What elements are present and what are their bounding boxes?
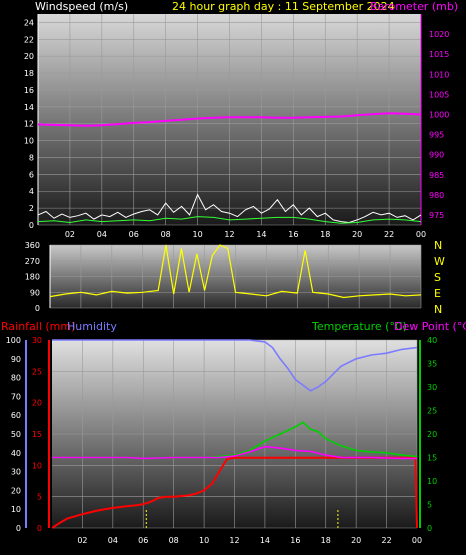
wind-x-tick-label: 00	[416, 230, 426, 239]
direction-label-n-top: N	[434, 239, 442, 252]
direction-tick-label: 0	[35, 304, 40, 313]
wind-tick-label: 14	[24, 103, 34, 112]
wind-x-tick-label: 20	[352, 230, 362, 239]
wind-x-tick-label: 02	[65, 230, 75, 239]
temp-x-tick-label: 08	[169, 536, 179, 545]
humidity-axis-label: Humidity	[67, 320, 117, 333]
dew-point-axis-label: Dew Point (°C)	[394, 320, 466, 333]
barometer-tick-label: 980	[429, 191, 444, 200]
humidity-tick-label: 80	[11, 374, 21, 383]
wind-tick-label: 0	[29, 221, 34, 230]
wind-x-tick-label: 04	[97, 230, 107, 239]
wind-x-tick-label: 18	[320, 230, 330, 239]
temperature-axis-label: Temperature (°C)	[311, 320, 407, 333]
wind-tick-label: 2	[29, 204, 34, 213]
rainfall-tick-label: 30	[32, 336, 42, 345]
wind-x-tick-label: 12	[224, 230, 234, 239]
direction-label-w: W	[434, 255, 445, 268]
wind-x-tick-label: 14	[256, 230, 266, 239]
rainfall-tick-label: 0	[37, 524, 42, 533]
barometer-tick-label: 1000	[429, 110, 449, 119]
wind-x-tick-label: 16	[288, 230, 298, 239]
temp-x-tick-label: 00	[412, 536, 422, 545]
temp-x-tick-label: 22	[381, 536, 391, 545]
direction-tick-label: 270	[25, 257, 40, 266]
barometer-tick-label: 990	[429, 151, 444, 160]
temperature-tick-label: 15	[427, 454, 437, 463]
windspeed-axis-label: Windspeed (m/s)	[35, 0, 128, 13]
barometer-tick-label: 1020	[429, 30, 449, 39]
barometer-tick-label: 1010	[429, 70, 449, 79]
temperature-tick-label: 5	[427, 501, 432, 510]
rainfall-axis-label: Rainfall (mm)	[1, 320, 75, 333]
barometer-tick-label: 1015	[429, 50, 449, 59]
barometer-axis-label: Barometer (mb)	[370, 0, 458, 13]
temperature-tick-label: 35	[427, 360, 437, 369]
direction-label-n-bottom: N	[434, 303, 442, 316]
weather-graph: 0246810121416182022249759809859909951000…	[1, 0, 466, 545]
temperature-tick-label: 0	[427, 524, 432, 533]
barometer-tick-label: 985	[429, 171, 444, 180]
wind-tick-label: 4	[29, 187, 34, 196]
humidity-tick-label: 30	[11, 468, 21, 477]
temp-x-tick-label: 20	[351, 536, 361, 545]
wind-tick-label: 22	[24, 35, 34, 44]
temperature-tick-label: 30	[427, 383, 437, 392]
wind-tick-label: 10	[24, 137, 34, 146]
humidity-tick-label: 70	[11, 392, 21, 401]
humidity-tick-label: 0	[16, 524, 21, 533]
humidity-tick-label: 50	[11, 430, 21, 439]
direction-label-e: E	[434, 287, 441, 300]
wind-tick-label: 8	[29, 153, 34, 162]
humidity-tick-label: 60	[11, 411, 21, 420]
humidity-tick-label: 20	[11, 486, 21, 495]
direction-tick-label: 180	[25, 273, 40, 282]
direction-label-s: S	[434, 271, 441, 284]
temp-x-tick-label: 10	[199, 536, 209, 545]
temperature-tick-label: 40	[427, 336, 437, 345]
humidity-tick-label: 100	[6, 336, 21, 345]
temp-x-tick-label: 12	[229, 536, 239, 545]
humidity-tick-label: 40	[11, 449, 21, 458]
wind-x-tick-label: 22	[384, 230, 394, 239]
rainfall-tick-label: 10	[32, 461, 42, 470]
humidity-tick-label: 90	[11, 355, 21, 364]
temp-x-tick-label: 14	[260, 536, 270, 545]
wind-tick-label: 16	[24, 86, 34, 95]
wind-tick-label: 24	[24, 18, 34, 27]
humidity-tick-label: 10	[11, 505, 21, 514]
barometer-tick-label: 1005	[429, 90, 449, 99]
wind-x-tick-label: 08	[161, 230, 171, 239]
wind-x-tick-label: 10	[192, 230, 202, 239]
temp-x-tick-label: 04	[108, 536, 118, 545]
wind-tick-label: 12	[24, 120, 34, 129]
temp-x-tick-label: 18	[321, 536, 331, 545]
temp-x-tick-label: 06	[138, 536, 148, 545]
temp-x-tick-label: 16	[290, 536, 300, 545]
wind-tick-label: 6	[29, 170, 34, 179]
temperature-tick-label: 25	[427, 407, 437, 416]
temperature-tick-label: 10	[427, 477, 437, 486]
chart-title: 24 hour graph day : 11 September 2024	[172, 0, 395, 13]
direction-tick-label: 90	[30, 288, 40, 297]
rainfall-tick-label: 20	[32, 399, 42, 408]
wind-x-tick-label: 06	[129, 230, 139, 239]
wind-tick-label: 18	[24, 69, 34, 78]
rainfall-tick-label: 25	[32, 367, 42, 376]
barometer-tick-label: 975	[429, 211, 444, 220]
rainfall-tick-label: 15	[32, 430, 42, 439]
temp-x-tick-label: 02	[77, 536, 87, 545]
rainfall-tick-label: 5	[37, 493, 42, 502]
barometer-tick-label: 995	[429, 131, 444, 140]
direction-tick-label: 360	[25, 241, 40, 250]
wind-tick-label: 20	[24, 52, 34, 61]
temperature-tick-label: 20	[427, 430, 437, 439]
